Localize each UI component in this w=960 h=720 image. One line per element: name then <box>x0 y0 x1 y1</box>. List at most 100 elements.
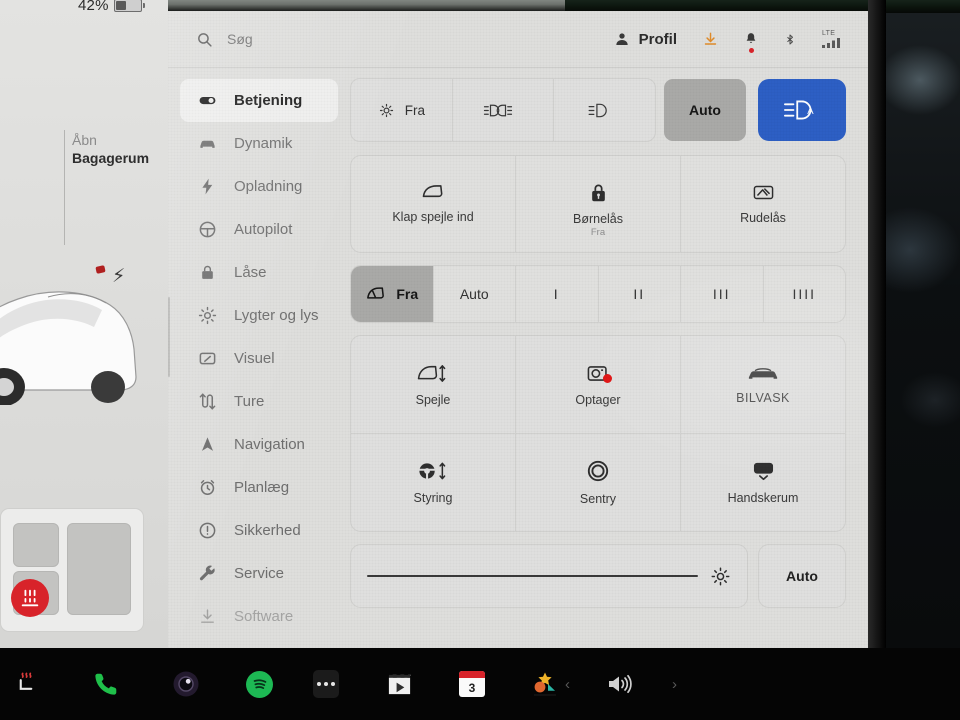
spotify-icon[interactable] <box>246 670 273 698</box>
bluetooth-icon[interactable] <box>784 31 796 48</box>
child-lock-button[interactable]: Børnelås Fra <box>516 156 681 252</box>
trunk-action-verb: Åbn <box>72 132 97 148</box>
child-lock-label: Børnelås <box>572 211 624 226</box>
camera-icon[interactable] <box>166 670 206 698</box>
exterior-lights-row: Fra Auto A <box>350 78 846 142</box>
sidebar-item-betjening[interactable]: Betjening <box>180 79 338 122</box>
sidebar-item-service[interactable]: Service <box>180 552 338 595</box>
wiper-auto-label: Auto <box>459 286 489 302</box>
window-lock-button[interactable]: Rudelås <box>681 156 845 252</box>
auto-high-beam-button[interactable]: A <box>758 79 846 141</box>
sidebar-item-label: Lygter og lys <box>234 307 319 324</box>
sidebar-item-navigation[interactable]: Navigation <box>180 423 338 466</box>
mirror-adjust-icon <box>416 363 450 384</box>
navigation-icon <box>198 435 217 454</box>
lock-controls-group: Klap spejle ind Børnelås Fra Rudelås <box>350 155 846 253</box>
parking-light-icon <box>483 102 513 119</box>
child-lock-state: Fra <box>590 227 606 238</box>
clock-icon <box>198 478 217 497</box>
feature-grid-column-3: BILVASK Handskerum <box>681 336 845 531</box>
svg-text:A: A <box>807 106 814 117</box>
sidebar-item-autopilot[interactable]: Autopilot <box>180 208 338 251</box>
sidebar-item-label: Navigation <box>234 436 305 453</box>
photos-icon[interactable] <box>525 671 565 697</box>
bolt-icon <box>198 177 217 196</box>
brightness-auto-button[interactable]: Auto <box>758 544 846 608</box>
steering-adjust-icon <box>416 460 450 482</box>
wiper-speed-1-button[interactable]: I <box>516 266 599 322</box>
profile-button[interactable]: Profil <box>614 31 677 48</box>
sidebar-item-label: Opladning <box>234 178 303 195</box>
sidebar-item-dynamik[interactable]: Dynamik <box>180 122 338 165</box>
calendar-icon-header <box>459 671 485 678</box>
steering-adjust-button[interactable]: Styring <box>351 434 515 531</box>
low-beam-icon <box>587 102 613 119</box>
sidebar-item-label: Låse <box>234 264 267 281</box>
taskbar-volume: ‹ › <box>565 672 960 696</box>
seat-heater-panel[interactable] <box>0 508 144 632</box>
low-beam-button[interactable] <box>554 79 655 141</box>
media-player-icon[interactable] <box>379 671 419 698</box>
dashcam-record-button[interactable]: Optager <box>516 336 680 434</box>
steering-label: Styring <box>413 491 453 505</box>
seat-heater-active-badge[interactable] <box>11 579 49 617</box>
sidebar-scrollbar[interactable] <box>168 297 170 377</box>
open-trunk-control[interactable]: Åbn Bagagerum <box>72 132 167 168</box>
parking-lights-button[interactable] <box>453 79 555 141</box>
seat-heater-icon[interactable] <box>6 671 46 697</box>
wiper-off-label: Fra <box>396 286 419 302</box>
lights-auto-button[interactable]: Auto <box>664 79 746 141</box>
wiper-speed-group: Fra Auto I II III IIII <box>350 265 846 323</box>
sidebar-item-opladning[interactable]: Opladning <box>180 165 338 208</box>
dashcam-label: Optager <box>575 392 621 407</box>
battery-indicator: 42% <box>78 0 145 14</box>
sidebar-item-software[interactable]: Software <box>180 595 338 638</box>
bell-icon <box>746 33 756 43</box>
sidebar-item-lygter-og-lys[interactable]: Lygter og lys <box>180 294 338 337</box>
calendar-icon[interactable]: 3 <box>459 671 485 697</box>
sidebar-item-label: Visuel <box>234 350 275 367</box>
feature-grid-column-1: Spejle Styring <box>351 336 516 531</box>
wiper-speed-2-button[interactable]: II <box>599 266 681 322</box>
sidebar-item-ture[interactable]: Ture <box>180 380 338 423</box>
lights-off-icon <box>378 102 395 119</box>
alert-icon <box>198 521 217 540</box>
battery-percent-label: 42% <box>78 0 109 14</box>
speaker-icon[interactable] <box>606 672 636 696</box>
lights-off-button[interactable]: Fra <box>351 79 453 141</box>
record-dot <box>602 373 612 383</box>
chevron-right-icon[interactable]: › <box>672 676 677 693</box>
brightness-slider[interactable] <box>350 544 748 608</box>
sidebar-item-label: Service <box>234 565 285 582</box>
fold-mirrors-button[interactable]: Klap spejle ind <box>351 156 516 252</box>
search-area[interactable] <box>168 31 526 48</box>
car-wash-label: BILVASK <box>736 391 790 405</box>
wiper-speed-4-button[interactable]: IIII <box>764 266 846 322</box>
wiper-off-button[interactable]: Fra <box>351 266 434 322</box>
glovebox-button[interactable]: Handskerum <box>681 434 845 531</box>
sentry-mode-button[interactable]: Sentry <box>516 434 680 531</box>
brightness-track[interactable] <box>367 574 698 578</box>
settings-content: Fra Auto A Klap spejle ind Børnelås Fra … <box>350 67 868 648</box>
notification-dot <box>748 48 754 53</box>
sidebar-item-laase[interactable]: Låse <box>180 251 338 294</box>
phone-icon[interactable] <box>86 671 126 697</box>
search-input[interactable] <box>227 31 427 47</box>
notifications-button[interactable] <box>744 31 758 53</box>
wiper-speed-3-button[interactable]: III <box>681 266 764 322</box>
download-icon[interactable] <box>703 31 718 47</box>
mirrors-adjust-button[interactable]: Spejle <box>351 336 515 434</box>
wiper-auto-button[interactable]: Auto <box>434 266 516 322</box>
sidebar-item-sikkerhed[interactable]: Sikkerhed <box>180 509 338 552</box>
seat-rear-bench[interactable] <box>67 523 131 615</box>
chevron-left-icon[interactable]: ‹ <box>565 676 570 693</box>
lock-icon <box>198 263 217 282</box>
car-icon <box>198 134 217 153</box>
more-dots-icon[interactable] <box>313 670 339 698</box>
sidebar-item-visuel[interactable]: Visuel <box>180 337 338 380</box>
sidebar-item-label: Ture <box>234 393 265 410</box>
car-wash-button[interactable]: BILVASK <box>681 336 845 434</box>
sidebar-item-planlaeg[interactable]: Planlæg <box>180 466 338 509</box>
exterior-lights-group: Fra <box>350 78 656 142</box>
seat-front-left[interactable] <box>13 523 59 567</box>
